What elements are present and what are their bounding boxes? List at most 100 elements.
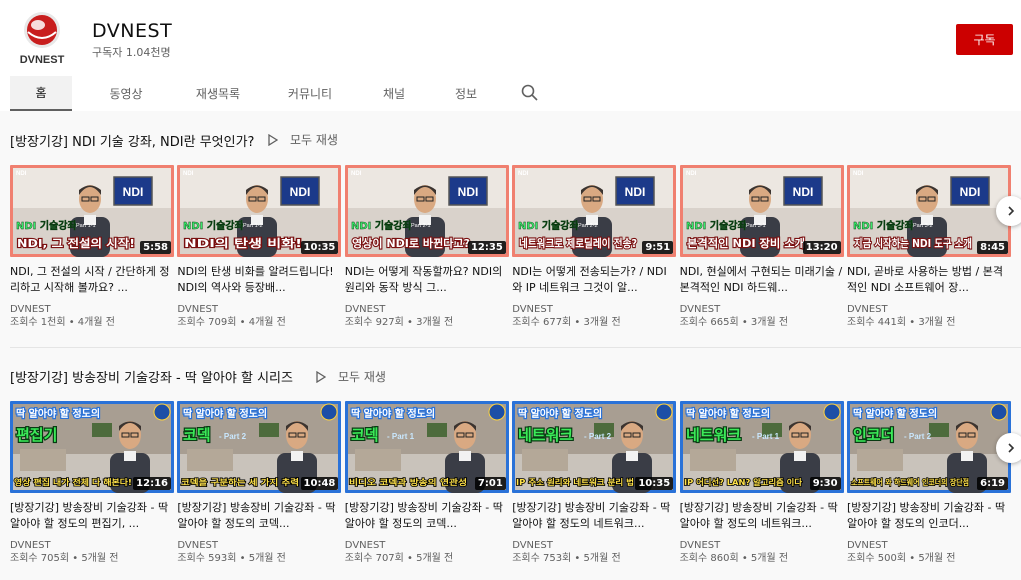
video-thumbnail[interactable]: NDI NDI NDI 기술강좌 Part 3-2 지금 시작하는 NDI 도구 소개 8… — [847, 165, 1011, 257]
video-channel[interactable]: DVNEST — [512, 303, 676, 316]
chevron-right-icon — [1008, 206, 1015, 216]
tab-community[interactable]: 커뮤니티 — [262, 76, 358, 111]
video-meta: 조회수 860회 • 5개월 전 — [679, 553, 789, 564]
dvnest-logo-icon: DVNEST — [20, 12, 65, 66]
video-title[interactable]: [방장기강] 방송장비 기술강좌 - 딱 알아야 할 정도의 코덱... — [345, 500, 509, 532]
video-thumbnail[interactable]: 딱 알아야 할 정도의 코덱 - Part 2 코덱을 구분하는 세 가지 추력 10:… — [177, 401, 342, 493]
thumb-screen-label: NDI — [290, 185, 311, 199]
video-card[interactable]: 딱 알아야 할 정도의 편집기 영상 편집 내가 전체 다 해본다! 12:16 [방장… — [10, 401, 174, 566]
video-card[interactable]: NDI NDI NDI 기술강좌 Part 3-2 지금 시작하는 NDI 도구 소개 8… — [847, 165, 1011, 330]
subscribe-button[interactable]: 구독 — [956, 24, 1013, 55]
video-thumbnail[interactable]: 딱 알아야 할 정도의 네트워크 - Part 2 IP 주소 원리와 네트워크 분리… — [512, 401, 677, 493]
play-all-button[interactable]: 모두 재생 — [268, 131, 338, 148]
video-thumbnail[interactable]: 딱 알아야 할 정도의 네트워크 - Part 1 IP 어디선? LAN? 알고리즘… — [679, 401, 844, 493]
tab-about[interactable]: 정보 — [430, 76, 502, 111]
video-thumbnail[interactable]: 딱 알아야 할 정도의 코덱 - Part 1 비디오 코덱과 방송의 연관성 7:01 — [344, 401, 509, 493]
video-channel[interactable]: DVNEST — [847, 539, 1011, 552]
thumb-corner-badge: NDI — [351, 171, 362, 177]
video-card[interactable]: NDI NDI NDI 기술강좌 Part 1-1 NDI, 그 전설의 시작! 5:58… — [10, 165, 174, 330]
video-card[interactable]: 딱 알아야 할 정도의 인코더 - Part 2 소프트웨어 와 하드웨어 인코더의 … — [847, 401, 1011, 566]
logo-text: DVNEST — [20, 54, 65, 66]
search-icon[interactable] — [520, 83, 540, 103]
video-duration: 6:19 — [977, 477, 1008, 490]
video-card[interactable]: NDI NDI NDI 기술강좌 Part 1-2 NDI의 탄생 비화! 10:35 ND… — [177, 165, 342, 330]
video-duration: 12:16 — [133, 477, 171, 490]
video-title[interactable]: [방장기강] 방송장비 기술강좌 - 딱 알아야 할 정도의 네트워크... — [512, 500, 676, 532]
video-channel[interactable]: DVNEST — [177, 539, 341, 552]
video-card[interactable]: NDI NDI NDI 기술강좌 Part 2-1 영상이 NDI로 바뀐다고? 12:3… — [344, 165, 509, 330]
play-all-button[interactable]: 모두 재생 — [316, 368, 386, 385]
video-channel[interactable]: DVNEST — [345, 539, 509, 552]
thumb-topic: 편집기 — [16, 426, 57, 444]
video-channel[interactable]: DVNEST — [512, 539, 676, 552]
thumb-topic: 네트워크 — [518, 426, 573, 444]
thumb-part-label: Part 1-2 — [243, 223, 263, 229]
tab-channels[interactable]: 채널 — [358, 76, 430, 111]
thumb-caption: 소프트웨어 와 하드웨어 인코더의 장단점 — [851, 477, 969, 487]
thumb-corner-badge: NDI — [518, 171, 529, 177]
shelf-next-button[interactable] — [996, 196, 1021, 226]
tab-playlists[interactable]: 재생목록 — [174, 76, 262, 111]
video-channel[interactable]: DVNEST — [177, 303, 341, 316]
video-card[interactable]: 딱 알아야 할 정도의 네트워크 - Part 2 IP 주소 원리와 네트워크 분리… — [512, 401, 677, 566]
video-channel[interactable]: DVNEST — [680, 539, 844, 552]
video-meta: 조회수 709회 • 4개월 전 — [177, 317, 286, 328]
video-channel[interactable]: DVNEST — [345, 303, 509, 316]
tab-home[interactable]: 홈 — [10, 76, 72, 111]
thumb-series-label: NDI 기술강좌 — [16, 219, 77, 232]
video-duration: 10:35 — [635, 477, 674, 490]
video-thumbnail[interactable]: NDI NDI NDI 기술강좌 Part 2-2 네트워크로 제로딜레이 전송? 9:5… — [512, 165, 677, 257]
video-card[interactable]: NDI NDI NDI 기술강좌 Part 2-2 네트워크로 제로딜레이 전송? 9:5… — [512, 165, 677, 330]
video-thumbnail[interactable]: NDI NDI NDI 기술강좌 Part 1-2 NDI의 탄생 비화! 10:35 — [177, 165, 342, 257]
video-card[interactable]: 딱 알아야 할 정도의 코덱 - Part 2 코덱을 구분하는 세 가지 추력 10:… — [177, 401, 342, 566]
thumb-corner-badge: NDI — [686, 171, 697, 177]
thumb-part-label: Part 1-1 — [76, 223, 96, 229]
thumb-header: 딱 알아야 할 정도의 — [183, 407, 267, 420]
video-channel[interactable]: DVNEST — [847, 303, 1011, 316]
video-meta: 조회수 707회 • 5개월 전 — [344, 553, 454, 564]
video-thumbnail[interactable]: 딱 알아야 할 정도의 인코더 - Part 2 소프트웨어 와 하드웨어 인코더의 … — [847, 401, 1011, 493]
thumb-series-label: NDI 기술강좌 — [183, 219, 244, 232]
video-title[interactable]: NDI, 현실에서 구현되는 미래기술 / 본격적인 NDI 하드웨... — [680, 264, 844, 296]
video-thumbnail[interactable]: 딱 알아야 할 정도의 편집기 영상 편집 내가 전체 다 해본다! 12:16 — [10, 401, 174, 493]
video-meta: 조회수 677회 • 3개월 전 — [512, 317, 621, 328]
channel-header: DVNEST DVNEST 구독자 1.04천명 구독 홈 동영상 재생목록 커… — [0, 0, 1021, 111]
video-meta: 조회수 927회 • 3개월 전 — [344, 317, 454, 328]
video-title[interactable]: [방장기강] 방송장비 기술강좌 - 딱 알아야 할 정도의 네트워크... — [680, 500, 844, 532]
thumb-header: 딱 알아야 할 정도의 — [351, 407, 435, 420]
video-title[interactable]: NDI, 곧바로 사용하는 방법 / 본격적인 NDI 소프트웨어 장... — [847, 264, 1011, 296]
thumb-part-label: Part 2-1 — [411, 223, 431, 229]
video-title[interactable]: NDI의 탄생 비화를 알려드립니다! NDI의 역사와 등장배... — [177, 264, 341, 296]
shelf-next-button[interactable] — [996, 433, 1021, 463]
video-duration: 10:35 — [300, 241, 339, 254]
video-meta: 조회수 665회 • 3개월 전 — [679, 317, 789, 328]
video-title[interactable]: NDI는 어떻게 작동할까요? NDI의 원리와 동작 방식 그... — [345, 264, 509, 296]
video-thumbnail[interactable]: NDI NDI NDI 기술강좌 Part 3-1 본격적인 NDI 장비 소개 13:2… — [679, 165, 844, 257]
thumb-screen-label: NDI — [457, 185, 478, 199]
video-title[interactable]: [방장기강] 방송장비 기술강좌 - 딱 알아야 할 정도의 인코더... — [847, 500, 1011, 532]
thumb-screen-label: NDI — [625, 185, 646, 199]
video-card[interactable]: 딱 알아야 할 정도의 네트워크 - Part 1 IP 어디선? LAN? 알고리즘… — [679, 401, 844, 566]
video-channel[interactable]: DVNEST — [680, 303, 844, 316]
thumb-caption: IP 어디선? LAN? 알고리즘 이다 — [684, 477, 803, 487]
video-title[interactable]: [방장기강] 방송장비 기술강좌 - 딱 알아야 할 정도의 코덱... — [177, 500, 341, 532]
thumb-caption: 비디오 코덱과 방송의 연관성 — [349, 477, 467, 487]
video-thumbnail[interactable]: NDI NDI NDI 기술강좌 Part 1-1 NDI, 그 전설의 시작! 5:58 — [10, 165, 174, 257]
section-title-gear[interactable]: [방장기강] 방송장비 기술강좌 - 딱 알아야 할 시리즈 — [10, 367, 293, 386]
tab-videos[interactable]: 동영상 — [84, 76, 168, 111]
video-channel[interactable]: DVNEST — [10, 539, 174, 552]
video-channel[interactable]: DVNEST — [10, 303, 174, 316]
video-meta: 조회수 753회 • 5개월 전 — [512, 553, 621, 564]
thumb-part-label: Part 2-2 — [578, 223, 598, 229]
video-meta: 조회수 500회 • 5개월 전 — [847, 553, 956, 564]
video-card[interactable]: 딱 알아야 할 정도의 코덱 - Part 1 비디오 코덱과 방송의 연관성 7:01… — [344, 401, 509, 566]
video-title[interactable]: [방장기강] 방송장비 기술강좌 - 딱 알아야 할 정도의 편집기, ... — [10, 500, 174, 532]
section-title-ndi[interactable]: [방장기강] NDI 기술 강좌, NDI란 무엇인가? — [10, 131, 254, 150]
thumb-part-label: - Part 1 — [387, 432, 415, 441]
video-thumbnail[interactable]: NDI NDI NDI 기술강좌 Part 2-1 영상이 NDI로 바뀐다고? 12:3… — [344, 165, 509, 257]
video-title[interactable]: NDI, 그 전설의 시작 / 간단하게 정리하고 시작해 볼까요? ... — [10, 264, 174, 296]
video-title[interactable]: NDI는 어떻게 전송되는가? / NDI와 IP 네트워크 그것이 알... — [512, 264, 676, 296]
channel-avatar[interactable]: DVNEST — [10, 8, 74, 72]
video-card[interactable]: NDI NDI NDI 기술강좌 Part 3-1 본격적인 NDI 장비 소개 13:2… — [679, 165, 844, 330]
thumb-corner-badge: NDI — [183, 171, 194, 177]
